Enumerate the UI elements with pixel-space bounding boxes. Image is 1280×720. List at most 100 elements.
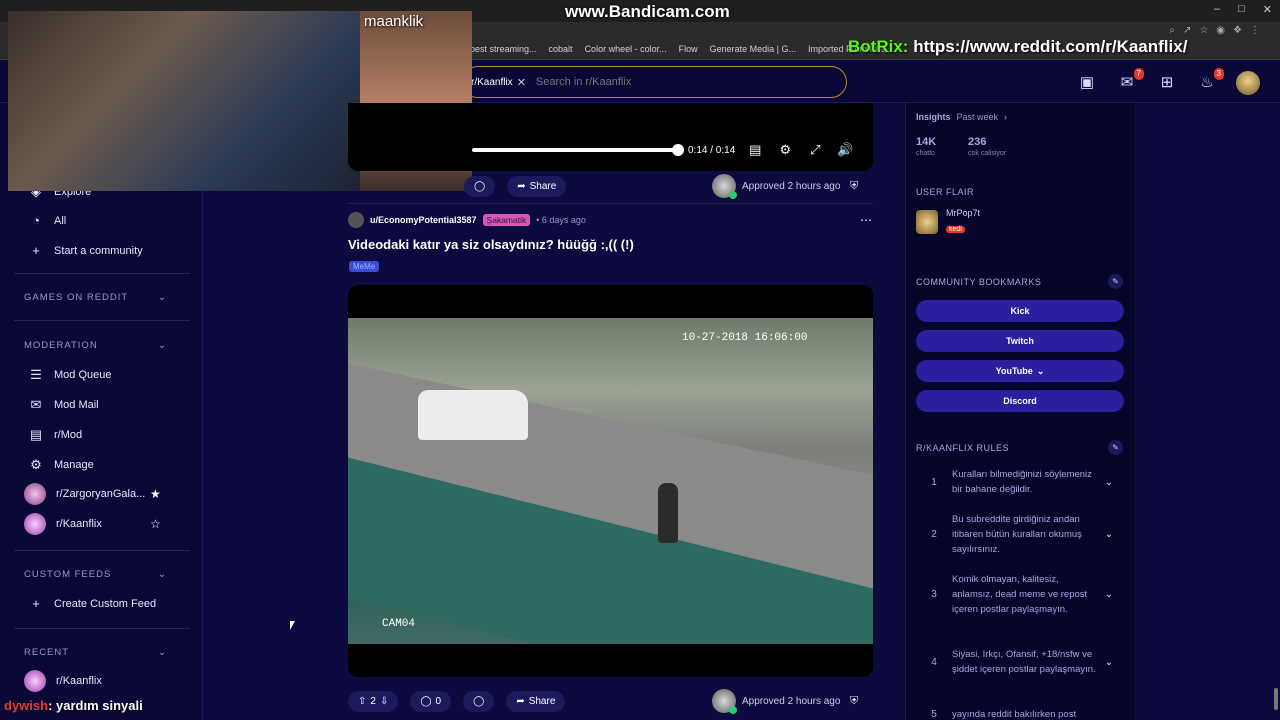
video-player-previous[interactable]: [348, 103, 873, 171]
bookmark-twitch-button[interactable]: Twitch: [916, 330, 1124, 352]
progress-knob[interactable]: [672, 144, 684, 156]
section-custom-feeds[interactable]: CUSTOM FEEDS ⌄: [24, 569, 167, 580]
section-label: MODERATION: [24, 340, 98, 351]
edit-rules-pencil-icon[interactable]: ✎: [1108, 440, 1123, 455]
rule-item[interactable]: 4 Siyasi, Irkçı, Ofansif, +18/nsfw ve şi…: [916, 647, 1121, 677]
share-button[interactable]: ➦ Share: [506, 691, 566, 712]
sidebar-item-recent-kaanflix[interactable]: r/Kaanflix: [24, 670, 102, 692]
bookmark-youtube-button[interactable]: YouTube ⌄: [916, 360, 1124, 382]
van-shape: [418, 390, 528, 440]
rule-item[interactable]: 3 Komik olmayan, kalitesiz, anlamsız, de…: [916, 572, 1121, 617]
rule-item[interactable]: 5 yayında reddit bakılırken post: [916, 707, 1121, 720]
section-recent[interactable]: RECENT ⌄: [24, 647, 167, 658]
menu-dots-icon[interactable]: ⋮: [1250, 25, 1260, 36]
chevron-down-icon[interactable]: ⌄: [1100, 477, 1118, 488]
user-avatar[interactable]: [1236, 71, 1260, 95]
video-controls: 0:14 / 0:14 ▤ ⚙ ⤢ 🔊: [472, 140, 872, 160]
sidebar-item-mod-mail[interactable]: ✉ Mod Mail: [28, 397, 99, 413]
bookmark-discord-button[interactable]: Discord: [916, 390, 1124, 412]
moderator-avatar: [712, 174, 737, 199]
rule-item[interactable]: 2 Bu subreddite girdiğiniz andan itibare…: [916, 512, 1121, 557]
bookmark-item[interactable]: Flow: [679, 44, 698, 54]
insights-header[interactable]: Insights Past week ›: [916, 112, 1007, 122]
captions-icon[interactable]: ▤: [745, 142, 765, 158]
sidebar-item-label: Manage: [54, 459, 94, 471]
favorite-star-icon[interactable]: ★: [150, 487, 161, 501]
maximize-icon[interactable]: □: [1238, 3, 1245, 16]
video-player[interactable]: 10-27-2018 16:06:00 CAM04: [348, 285, 873, 677]
sidebar-item-create-feed[interactable]: + Create Custom Feed: [28, 596, 156, 611]
flair-tag: kedi: [946, 226, 965, 233]
search-input[interactable]: [535, 76, 796, 88]
chat-icon[interactable]: ✉ 7: [1116, 68, 1144, 94]
award-button[interactable]: ◯: [463, 691, 495, 712]
post-author[interactable]: u/EconomyPotential3587: [370, 215, 477, 225]
chevron-right-icon: ›: [1004, 112, 1008, 122]
chevron-down-icon[interactable]: ⌄: [1100, 589, 1118, 600]
star-icon[interactable]: ☆: [1199, 25, 1208, 36]
user-avatar-small[interactable]: [348, 212, 364, 228]
extension-icon[interactable]: ◉: [1216, 25, 1225, 36]
subreddit-chip[interactable]: r/Kaanflix ✕: [471, 76, 526, 89]
downvote-icon[interactable]: ⇩: [380, 696, 388, 707]
sidebar-item-mod-queue[interactable]: ☰ Mod Queue: [28, 367, 111, 383]
cctv-cam-label: CAM04: [382, 618, 416, 630]
section-games[interactable]: GAMES ON REDDIT ⌄: [24, 292, 167, 303]
sidebar-item-r-mod[interactable]: ▤ r/Mod: [28, 427, 82, 443]
sidebar-item-all[interactable]: ◔ All: [28, 213, 66, 228]
bookmark-item[interactable]: best streaming...: [470, 44, 537, 54]
section-moderation[interactable]: MODERATION ⌄: [24, 340, 167, 351]
video-progress-bar[interactable]: [472, 144, 684, 156]
bookmark-kick-button[interactable]: Kick: [916, 300, 1124, 322]
divider: [14, 273, 190, 274]
upvote-icon[interactable]: ⇧: [358, 696, 366, 707]
rule-item[interactable]: 1 Kuralları bilmediğinizi söylemeniz bir…: [916, 467, 1121, 497]
mod-shield-icon[interactable]: ⛨: [850, 180, 858, 193]
vote-button[interactable]: ⇧ 2 ⇩: [348, 691, 399, 712]
sidebar-item-zargoryan[interactable]: r/ZargoryanGala...: [24, 483, 145, 505]
chevron-down-icon[interactable]: ⌄: [1100, 657, 1118, 668]
section-label: GAMES ON REDDIT: [24, 292, 129, 303]
share-button[interactable]: ➦ Share: [507, 176, 567, 197]
comments-button[interactable]: ◯ 0: [410, 691, 452, 712]
user-flair-preview[interactable]: MrPop7t kedi: [916, 208, 980, 236]
create-icon[interactable]: ⊞: [1156, 72, 1178, 94]
page-scrollbar[interactable]: [1274, 688, 1278, 710]
share-icon[interactable]: ↗: [1183, 25, 1191, 36]
settings-gear-icon[interactable]: ⚙: [775, 142, 795, 158]
edit-bookmarks-pencil-icon[interactable]: ✎: [1108, 274, 1123, 289]
bookmark-list: best streaming... cobalt Color wheel - col…: [470, 44, 893, 54]
sidebar-item-manage[interactable]: ⚙ Manage: [28, 457, 94, 473]
bookmark-item[interactable]: Color wheel - color...: [585, 44, 667, 54]
puzzle-icon[interactable]: ❖: [1233, 25, 1242, 36]
more-options-icon[interactable]: ⋯: [860, 213, 872, 227]
minimize-icon[interactable]: –: [1214, 3, 1220, 16]
post-age: • 6 days ago: [536, 215, 586, 225]
divider: [14, 550, 190, 551]
chevron-down-icon[interactable]: ⌄: [1100, 529, 1118, 540]
search-bar[interactable]: r/Kaanflix ✕: [462, 66, 847, 98]
comment-icon: ◯: [420, 696, 432, 707]
sidebar-item-start-community[interactable]: + Start a community: [28, 243, 142, 258]
notification-icon[interactable]: ♨ 3: [1196, 68, 1224, 94]
fullscreen-icon[interactable]: ⤢: [805, 142, 825, 158]
award-button[interactable]: ◯: [464, 176, 496, 197]
sidebar-item-kaanflix[interactable]: r/Kaanflix: [24, 513, 102, 535]
zoom-icon[interactable]: ⌕: [1169, 25, 1175, 36]
volume-icon[interactable]: 🔊: [835, 142, 855, 158]
extension-icons: ⌕ ↗ ☆ ◉ ❖ ⋮: [1169, 25, 1260, 36]
award-icon: ◯: [473, 696, 485, 707]
rule-text: yayında reddit bakılırken post: [952, 709, 1077, 720]
post-title[interactable]: Videodaki katır ya siz olsaydınız? hüüğğ…: [348, 237, 634, 252]
sidebar-item-label: r/Kaanflix: [56, 675, 102, 687]
chip-close-icon[interactable]: ✕: [517, 76, 526, 89]
post-flair[interactable]: MeMe: [349, 261, 380, 272]
bookmark-item[interactable]: Generate Media | G...: [710, 44, 796, 54]
user-flair: Şakamatik: [482, 214, 531, 226]
mod-shield-icon[interactable]: ⛨: [850, 695, 858, 708]
share-arrow-icon: ➦: [517, 181, 526, 192]
close-icon[interactable]: ✕: [1263, 3, 1272, 16]
star-outline-icon[interactable]: ☆: [150, 517, 161, 531]
bookmark-item[interactable]: cobalt: [549, 44, 573, 54]
ads-icon[interactable]: ▣: [1076, 72, 1098, 94]
